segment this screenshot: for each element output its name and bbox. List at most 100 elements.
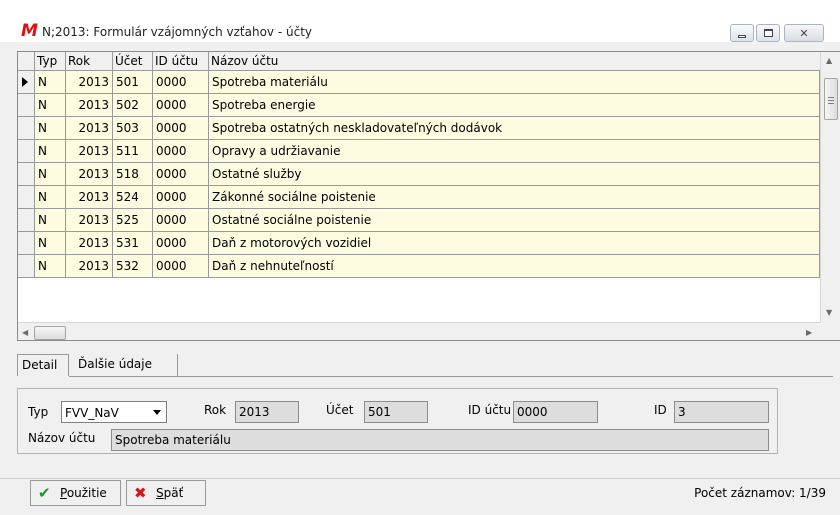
typ-select[interactable]: FVV_NaV (61, 401, 167, 423)
row-indicator[interactable] (18, 71, 35, 94)
row-indicator[interactable] (18, 163, 35, 186)
horizontal-scrollbar[interactable]: ◀ ▶ (18, 322, 820, 340)
cell-nazov-uctu[interactable]: Spotreba energie (209, 94, 820, 117)
table-row[interactable]: N 2013 524 0000 Zákonné sociálne poistenie (18, 186, 820, 209)
vertical-scrollbar[interactable]: ▲ ▼ (820, 52, 840, 322)
cell-id-uctu[interactable]: 0000 (153, 71, 209, 94)
cell-typ[interactable]: N (35, 186, 66, 209)
scroll-up-icon[interactable]: ▲ (826, 56, 832, 65)
cell-nazov-uctu[interactable]: Ostatné služby (209, 163, 820, 186)
cell-rok[interactable]: 2013 (66, 232, 113, 255)
cell-typ[interactable]: N (35, 163, 66, 186)
cell-id-uctu[interactable]: 0000 (153, 232, 209, 255)
table-row[interactable]: N 2013 525 0000 Ostatné sociálne poistenie (18, 209, 820, 232)
cell-typ[interactable]: N (35, 71, 66, 94)
cell-ucet[interactable]: 518 (113, 163, 153, 186)
cell-nazov-uctu[interactable]: Ostatné sociálne poistenie (209, 209, 820, 232)
cell-id-uctu[interactable]: 0000 (153, 140, 209, 163)
cell-ucet[interactable]: 503 (113, 117, 153, 140)
cell-typ[interactable]: N (35, 232, 66, 255)
cell-id-uctu[interactable]: 0000 (153, 117, 209, 140)
cell-ucet[interactable]: 502 (113, 94, 153, 117)
table-row[interactable]: N 2013 532 0000 Daň z nehnuteľností (18, 255, 820, 278)
cell-typ[interactable]: N (35, 117, 66, 140)
ucet-label: Účet (326, 403, 354, 417)
cell-typ[interactable]: N (35, 140, 66, 163)
cell-rok[interactable]: 2013 (66, 255, 113, 278)
scrollbar-corner (820, 322, 840, 340)
cell-id-uctu[interactable]: 0000 (153, 94, 209, 117)
row-indicator[interactable] (18, 255, 35, 278)
table-row[interactable]: N 2013 503 0000 Spotreba ostatných neskladov… (18, 117, 820, 140)
row-indicator[interactable] (18, 186, 35, 209)
column-header-typ[interactable]: Typ (35, 52, 66, 71)
tab-dalsie-udaje[interactable]: Ďalšie údaje (74, 354, 178, 376)
nazov-uctu-field[interactable]: Spotreba materiálu (111, 429, 769, 451)
close-button[interactable]: ✕ (784, 24, 824, 42)
row-indicator[interactable] (18, 117, 35, 140)
cell-id-uctu[interactable]: 0000 (153, 209, 209, 232)
cell-ucet[interactable]: 532 (113, 255, 153, 278)
cell-ucet[interactable]: 531 (113, 232, 153, 255)
check-icon: ✔ (38, 483, 51, 502)
id-uctu-field[interactable]: 0000 (513, 401, 598, 423)
column-header-id-uctu[interactable]: ID účtu (153, 52, 209, 71)
scroll-left-icon[interactable]: ◀ (22, 328, 28, 337)
table-row[interactable]: N 2013 502 0000 Spotreba energie (18, 94, 820, 117)
minimize-icon (738, 34, 746, 38)
id-field[interactable]: 3 (674, 401, 769, 423)
chevron-down-icon[interactable] (149, 403, 165, 421)
nazov-uctu-label: Názov účtu (28, 431, 96, 445)
cell-nazov-uctu[interactable]: Opravy a udržiavanie (209, 140, 820, 163)
column-header-rok[interactable]: Rok (66, 52, 113, 71)
minimize-button[interactable] (730, 24, 754, 42)
cell-id-uctu[interactable]: 0000 (153, 163, 209, 186)
cell-id-uctu[interactable]: 0000 (153, 186, 209, 209)
column-header-nazov-uctu[interactable]: Názov účtu (209, 52, 820, 71)
cell-typ[interactable]: N (35, 94, 66, 117)
scroll-right-icon[interactable]: ▶ (806, 328, 812, 337)
cell-nazov-uctu[interactable]: Spotreba materiálu (209, 71, 820, 94)
table-row[interactable]: N 2013 531 0000 Daň z motorových vozidiel (18, 232, 820, 255)
cell-nazov-uctu[interactable]: Daň z nehnuteľností (209, 255, 820, 278)
table-row[interactable]: N 2013 501 0000 Spotreba materiálu (18, 71, 820, 94)
vertical-scroll-thumb[interactable] (824, 78, 838, 120)
record-count: Počet záznamov: 1/39 (694, 486, 826, 500)
cell-rok[interactable]: 2013 (66, 71, 113, 94)
cell-ucet[interactable]: 511 (113, 140, 153, 163)
cell-ucet[interactable]: 501 (113, 71, 153, 94)
cell-ucet[interactable]: 524 (113, 186, 153, 209)
cell-rok[interactable]: 2013 (66, 209, 113, 232)
cell-nazov-uctu[interactable]: Spotreba ostatných neskladovateľných dod… (209, 117, 820, 140)
row-indicator[interactable] (18, 140, 35, 163)
table-row[interactable]: N 2013 511 0000 Opravy a udržiavanie (18, 140, 820, 163)
app-logo-icon: M (21, 21, 38, 41)
cell-rok[interactable]: 2013 (66, 186, 113, 209)
horizontal-scroll-thumb[interactable] (34, 326, 66, 340)
cell-rok[interactable]: 2013 (66, 117, 113, 140)
cell-ucet[interactable]: 525 (113, 209, 153, 232)
cell-typ[interactable]: N (35, 255, 66, 278)
cell-nazov-uctu[interactable]: Zákonné sociálne poistenie (209, 186, 820, 209)
rok-field[interactable]: 2013 (235, 401, 299, 423)
scroll-down-icon[interactable]: ▼ (826, 308, 832, 317)
row-indicator[interactable] (18, 209, 35, 232)
cell-id-uctu[interactable]: 0000 (153, 255, 209, 278)
row-indicator[interactable] (18, 232, 35, 255)
cell-rok[interactable]: 2013 (66, 94, 113, 117)
cell-rok[interactable]: 2013 (66, 163, 113, 186)
cell-typ[interactable]: N (35, 209, 66, 232)
pouzitie-button[interactable]: ✔ Použitie (30, 480, 121, 506)
table-row[interactable]: N 2013 518 0000 Ostatné služby (18, 163, 820, 186)
tab-detail[interactable]: Detail (17, 354, 69, 376)
cell-nazov-uctu[interactable]: Daň z motorových vozidiel (209, 232, 820, 255)
spat-button[interactable]: ✖ Späť (126, 480, 206, 506)
column-header-ucet[interactable]: Účet (113, 52, 153, 71)
ucet-field[interactable]: 501 (364, 401, 428, 423)
accounts-grid[interactable]: Typ Rok Účet ID účtu Názov účtu N 2013 501… (17, 51, 840, 341)
tab-divider (69, 376, 833, 377)
maximize-button[interactable] (756, 24, 780, 42)
id-label: ID (654, 403, 667, 417)
row-indicator[interactable] (18, 94, 35, 117)
cell-rok[interactable]: 2013 (66, 140, 113, 163)
